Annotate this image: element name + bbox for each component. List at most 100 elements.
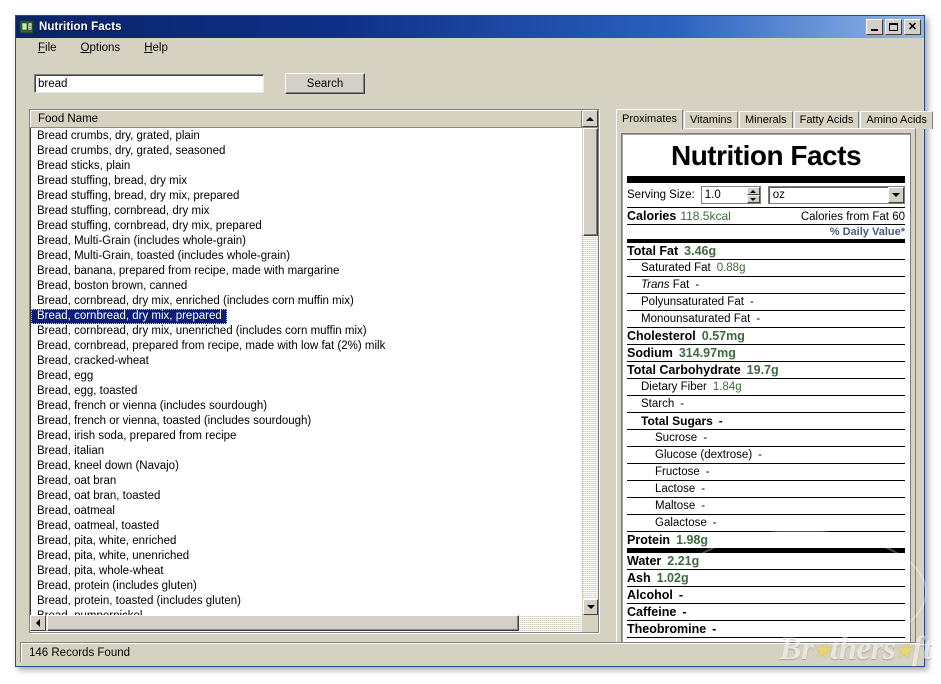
nutrient-value: 3.46g: [684, 244, 717, 258]
nutrient-value: -: [701, 483, 706, 495]
tab-vitamins[interactable]: Vitamins: [684, 111, 739, 129]
nutrient-name: Trans Fat: [641, 279, 690, 291]
search-input[interactable]: [34, 74, 264, 93]
tab-body: Nutrition Facts Serving Size: 1.0 oz Cal…: [616, 128, 916, 659]
stepper-down-button[interactable]: [746, 195, 760, 203]
tab-minerals[interactable]: Minerals: [739, 111, 793, 129]
list-item[interactable]: Bread, boston brown, canned: [31, 279, 581, 294]
list-item[interactable]: Bread, banana, prepared from recipe, mad…: [31, 264, 581, 279]
list-item[interactable]: Bread, egg: [31, 369, 581, 384]
nutrient-name: Sodium: [627, 346, 673, 360]
close-button[interactable]: ✕: [904, 19, 921, 35]
list-item[interactable]: Bread, oat bran, toasted: [31, 489, 581, 504]
list-horizontal-scrollbar[interactable]: [30, 615, 598, 632]
food-list[interactable]: Bread crumbs, dry, grated, plain Bread cr…: [31, 129, 581, 615]
list-item[interactable]: Bread, kneel down (Navajo): [31, 459, 581, 474]
tab-strip: Proximates Vitamins Minerals Fatty Acids Ami…: [616, 109, 933, 129]
search-row: Search: [34, 73, 365, 94]
horizontal-scroll-thumb[interactable]: [47, 615, 519, 631]
list-item[interactable]: Bread stuffing, bread, dry mix: [31, 174, 581, 189]
tab-amino-acids[interactable]: Amino Acids: [860, 111, 933, 129]
nutrient-value: -: [712, 517, 717, 529]
daily-value-header: % Daily Value*: [829, 226, 905, 238]
list-item[interactable]: Bread, pita, whole-wheat: [31, 564, 581, 579]
window-controls: ✕: [866, 19, 921, 35]
nutrient-row: Sucrose -: [627, 430, 905, 447]
nutrient-name: Ash: [627, 571, 651, 585]
serving-size-label: Serving Size:: [627, 189, 695, 201]
nutrient-row: Fructose -: [627, 464, 905, 481]
menu-item-options[interactable]: Options: [72, 40, 130, 56]
serving-amount-stepper[interactable]: [700, 186, 761, 204]
list-item[interactable]: Bread, cracked-wheat: [31, 354, 581, 369]
list-vertical-scrollbar[interactable]: [582, 128, 598, 615]
nutrient-name: Water: [627, 554, 662, 568]
list-item[interactable]: Bread, pita, white, unenriched: [31, 549, 581, 564]
search-button[interactable]: Search: [285, 73, 365, 94]
nutrient-row: Dietary Fiber 1.84g: [627, 379, 905, 396]
list-item[interactable]: Bread crumbs, dry, grated, seasoned: [31, 144, 581, 159]
menu-item-help[interactable]: Help: [135, 40, 177, 56]
nutrient-name: Sucrose: [655, 432, 698, 444]
list-item[interactable]: Bread, pita, white, enriched: [31, 534, 581, 549]
chevron-down-icon[interactable]: [888, 187, 904, 203]
list-item[interactable]: Bread, french or vienna (includes sourdo…: [31, 399, 581, 414]
maximize-button[interactable]: [885, 19, 902, 35]
serving-size-row: Serving Size: oz: [627, 185, 905, 205]
nutrient-row: Lactose -: [627, 481, 905, 498]
nutrient-row: Total Sugars -: [627, 413, 905, 430]
list-item[interactable]: Bread, italian: [31, 444, 581, 459]
list-item[interactable]: Bread, oat bran: [31, 474, 581, 489]
list-item[interactable]: Bread sticks, plain: [31, 159, 581, 174]
tab-proximates[interactable]: Proximates: [616, 109, 684, 129]
list-item[interactable]: Bread, cornbread, prepared from recipe, …: [31, 339, 581, 354]
scroll-up-button[interactable]: [582, 110, 598, 127]
nutrient-name: Caffeine: [627, 605, 677, 619]
list-item[interactable]: Bread, protein (includes gluten): [31, 579, 581, 594]
scroll-down-button[interactable]: [583, 599, 598, 615]
list-item[interactable]: Bread, french or vienna, toasted (includ…: [31, 414, 581, 429]
nutrient-row: Monounsaturated Fat -: [627, 311, 905, 328]
nutrient-name: Protein: [627, 533, 671, 547]
calories-row: Calories 118.5kcal Calories from Fat 60: [627, 208, 905, 224]
list-item[interactable]: Bread crumbs, dry, grated, plain: [31, 129, 581, 144]
list-item[interactable]: Bread, cornbread, dry mix, prepared: [31, 309, 227, 324]
list-item[interactable]: Bread, oatmeal: [31, 504, 581, 519]
nutrient-value: -: [678, 588, 684, 602]
screenshot-root: Nutrition Facts ✕ File Options Help Sear…: [0, 0, 941, 684]
list-item[interactable]: Bread, cornbread, dry mix, unenriched (i…: [31, 324, 581, 339]
minimize-button[interactable]: [866, 19, 883, 35]
tab-fatty-acids[interactable]: Fatty Acids: [793, 111, 860, 129]
nutrient-row: Alcohol -: [627, 587, 905, 604]
stepper-up-button[interactable]: [746, 187, 760, 195]
serving-unit-select[interactable]: oz: [767, 186, 905, 204]
list-item[interactable]: Bread, egg, toasted: [31, 384, 581, 399]
vertical-scroll-thumb[interactable]: [583, 128, 598, 236]
menu-item-file[interactable]: File: [29, 40, 66, 56]
nutrient-name: Galactose: [655, 517, 707, 529]
list-item[interactable]: Bread stuffing, cornbread, dry mix, prep…: [31, 219, 581, 234]
window-title: Nutrition Facts: [39, 21, 122, 33]
nutrient-value: -: [682, 605, 687, 619]
list-item[interactable]: Bread stuffing, cornbread, dry mix: [31, 204, 581, 219]
nutrient-value: 0.88g: [716, 262, 746, 274]
nutrient-name: Alcohol: [627, 588, 673, 602]
nutrient-name: Maltose: [655, 500, 696, 512]
scroll-left-button[interactable]: [30, 615, 46, 631]
nutrient-value: -: [680, 398, 685, 410]
nutrient-row: Water 2.21g: [627, 553, 905, 570]
column-header-food-name[interactable]: Food Name: [30, 110, 582, 127]
list-item[interactable]: Bread stuffing, bread, dry mix, prepared: [31, 189, 581, 204]
list-item[interactable]: Bread, Multi-Grain, toasted (includes wh…: [31, 249, 581, 264]
list-item[interactable]: Bread, irish soda, prepared from recipe: [31, 429, 581, 444]
list-item[interactable]: Bread, oatmeal, toasted: [31, 519, 581, 534]
nutrient-row: Saturated Fat 0.88g: [627, 260, 905, 277]
list-item[interactable]: Bread, protein, toasted (includes gluten…: [31, 594, 581, 609]
nutrient-value: -: [703, 432, 708, 444]
calories-from-fat: Calories from Fat 60: [800, 211, 905, 223]
list-item[interactable]: Bread, cornbread, dry mix, enriched (inc…: [31, 294, 581, 309]
nutrient-value: 1.98g: [676, 533, 709, 547]
list-item[interactable]: Bread, Multi-Grain (includes whole-grain…: [31, 234, 581, 249]
serving-amount-input[interactable]: [701, 187, 747, 203]
nutrient-value: 314.97mg: [678, 346, 736, 360]
